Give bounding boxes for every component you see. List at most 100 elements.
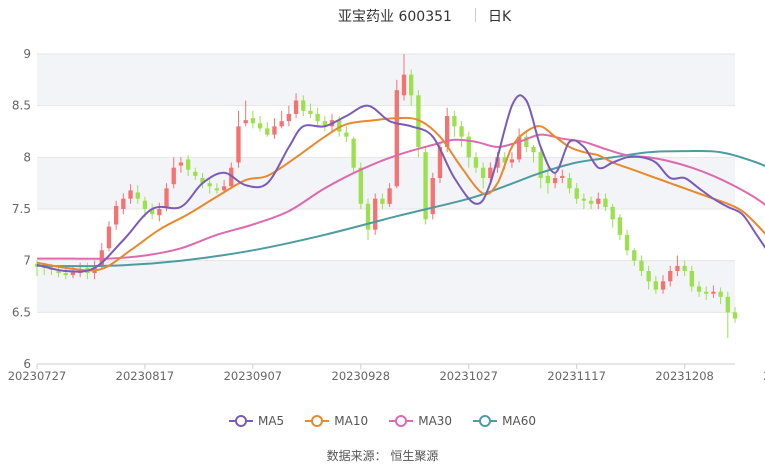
candle-body: [207, 183, 212, 187]
candle-body: [675, 265, 680, 271]
candle-body: [689, 271, 694, 287]
candle-body: [552, 178, 558, 184]
ma10-swatch-icon: [305, 415, 330, 427]
candle-body: [574, 188, 579, 199]
y-tick-label: 6.5: [12, 305, 31, 319]
grid-band: [37, 54, 735, 106]
candle-body: [660, 281, 666, 290]
candle-body: [121, 198, 126, 209]
ma60-swatch-icon: [473, 415, 498, 427]
candle-body: [711, 291, 716, 294]
legend-item-ma60[interactable]: MA60: [473, 414, 536, 428]
candle-body: [646, 271, 651, 282]
candle-body: [243, 120, 248, 124]
candle-body: [696, 286, 702, 292]
candle-body: [545, 175, 551, 184]
candle-body: [394, 90, 399, 187]
candle-body: [250, 118, 256, 124]
data-source-note: 数据来源： 恒生聚源: [326, 449, 439, 463]
y-tick-label: 7: [23, 254, 31, 268]
candle-body: [480, 167, 486, 178]
candle-body: [265, 128, 270, 135]
candle-body: [113, 205, 119, 225]
candle-body: [135, 192, 140, 199]
candle-body: [279, 121, 284, 127]
candle-body: [106, 226, 112, 249]
candle-body: [157, 209, 162, 216]
candle-body: [293, 100, 299, 114]
candle-body: [560, 175, 565, 178]
y-tick-label: 8.5: [12, 99, 31, 113]
candle-body: [272, 126, 277, 135]
candle-body: [185, 159, 191, 170]
grid-band: [37, 260, 735, 313]
candle-body: [401, 74, 407, 96]
candle-body: [236, 126, 241, 163]
y-tick-label: 8: [23, 150, 31, 164]
candle-body: [193, 171, 198, 176]
candle-body: [704, 291, 709, 294]
candle-body: [214, 188, 220, 191]
candle-body: [617, 217, 623, 235]
candle-body: [531, 147, 536, 153]
candle-body: [567, 178, 572, 189]
candle-body: [308, 110, 313, 114]
ma30-swatch-icon: [389, 415, 414, 427]
candle-body: [459, 126, 464, 137]
candle-body: [387, 188, 392, 204]
candle-body: [164, 188, 169, 207]
candle-body: [344, 132, 349, 137]
candle-body: [373, 198, 378, 230]
legend-item-ma5[interactable]: MA5: [228, 414, 285, 428]
legend-item-ma10[interactable]: MA10: [305, 414, 368, 428]
candle-body: [639, 260, 644, 271]
candle-body: [178, 162, 184, 166]
candle-body: [301, 100, 306, 111]
candle-body: [610, 206, 615, 220]
candle-body: [315, 113, 320, 122]
legend-label-ma10: MA10: [334, 414, 369, 428]
candle-body: [473, 157, 479, 168]
candle-body: [668, 271, 673, 282]
candle-body: [358, 167, 363, 204]
legend-item-ma30[interactable]: MA30: [389, 414, 452, 428]
x-tick-label: 20230817: [116, 369, 175, 383]
x-tick-label: 20230928: [332, 369, 391, 383]
candle-body: [718, 291, 723, 297]
ma5-swatch-icon: [228, 415, 253, 427]
candle-body: [452, 116, 457, 127]
x-tick-label: 20231117: [547, 369, 606, 383]
candle-body: [171, 167, 176, 185]
candle-body: [365, 203, 371, 230]
candle-body: [624, 234, 630, 251]
candle-body: [596, 198, 601, 204]
candle-body: [221, 186, 227, 191]
candle-body: [632, 250, 637, 261]
legend-label-ma30: MA30: [418, 414, 453, 428]
chart-legend: MA5 MA10 MA30 MA60: [0, 412, 765, 432]
candle-body: [653, 281, 659, 290]
candle-body: [142, 200, 148, 209]
candle-body: [257, 123, 263, 129]
candle-body: [603, 198, 608, 207]
legend-label-ma60: MA60: [502, 414, 536, 428]
y-tick-label: 7.5: [12, 202, 31, 216]
x-tick-label: 20230907: [224, 369, 283, 383]
candle-body: [63, 273, 68, 276]
candle-body: [128, 190, 133, 199]
y-tick-label: 9: [23, 47, 31, 61]
candle-body: [509, 159, 515, 163]
legend-label-ma5: MA5: [257, 414, 285, 428]
candle-body: [351, 138, 356, 168]
candle-body: [409, 74, 414, 96]
grid-band: [37, 157, 735, 209]
candle-body: [732, 312, 738, 319]
x-tick-label: 20230727: [8, 369, 67, 383]
candle-body: [581, 198, 587, 201]
candle-body: [286, 113, 292, 122]
candle-body: [380, 198, 385, 204]
candle-body: [588, 200, 594, 204]
x-tick-label: 20231208: [655, 369, 714, 383]
candlestick-chart: 66.577.588.5920230727 20230817 20230907 202…: [8, 47, 765, 383]
x-tick-label: 20231027: [439, 369, 498, 383]
